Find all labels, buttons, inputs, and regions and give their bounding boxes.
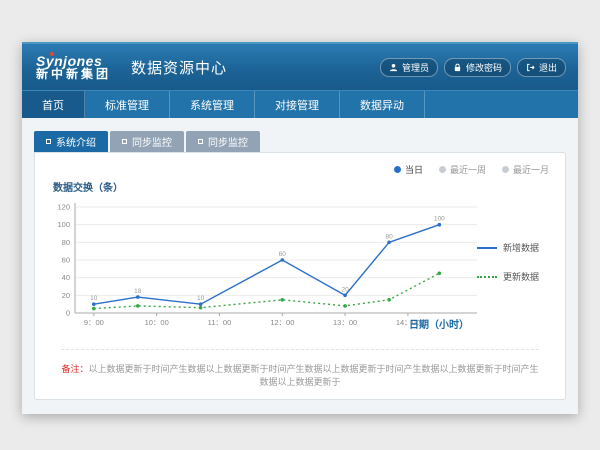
tab-bar: 系统介绍 同步监控 同步监控 <box>34 131 260 152</box>
y-axis-title: 数据交换（条） <box>53 179 123 194</box>
svg-text:10: 10 <box>197 295 205 302</box>
nav-item-3[interactable]: 系统管理 <box>170 91 255 118</box>
logout-icon <box>526 63 535 72</box>
tab-2[interactable]: 同步监控 <box>110 131 184 152</box>
tab-label: 同步监控 <box>132 134 172 149</box>
header-button-lock[interactable]: 修改密码 <box>444 58 511 77</box>
series-legend-item-1: 新增数据 <box>477 241 559 254</box>
lock-icon <box>453 63 462 72</box>
header-button-logout[interactable]: 退出 <box>517 58 566 77</box>
nav-item-5[interactable]: 数据异动 <box>340 91 425 118</box>
svg-text:11：00: 11：00 <box>208 318 232 327</box>
brand-logo-text: Synjones <box>36 54 111 68</box>
brand-logo: Synjones 新中新集团 <box>36 54 111 81</box>
period-option-label: 当日 <box>405 163 423 176</box>
chart-panel: 当日 最近一周 最近一月 数据交换（条） 0 20 40 60 80 100 120 9：00 10… <box>34 152 566 400</box>
tab-square-icon <box>46 139 51 144</box>
svg-text:40: 40 <box>62 273 70 282</box>
series-legend: 新增数据更新数据 <box>477 241 559 299</box>
svg-text:18: 18 <box>134 288 142 295</box>
svg-text:20: 20 <box>62 291 70 300</box>
svg-text:9：00: 9：00 <box>84 318 104 327</box>
svg-text:120: 120 <box>57 203 70 212</box>
legend-dot-icon <box>502 166 509 173</box>
period-option-label: 最近一周 <box>450 163 486 176</box>
svg-text:13：00: 13：00 <box>333 318 357 327</box>
x-axis-title: 日期（小时） <box>409 316 469 331</box>
period-option-2[interactable]: 最近一周 <box>439 163 486 176</box>
series-legend-item-2: 更新数据 <box>477 270 559 283</box>
period-option-3[interactable]: 最近一月 <box>502 163 549 176</box>
svg-text:60: 60 <box>279 251 287 258</box>
top-header: Synjones 新中新集团 数据资源中心 管理员 修改密码 退出 <box>22 42 578 90</box>
line-sample-icon <box>477 247 497 249</box>
header-button-label: 修改密码 <box>466 61 502 74</box>
series-name: 新增数据 <box>503 241 539 254</box>
brand-logo-subtext: 新中新集团 <box>36 68 111 81</box>
legend-dot-icon <box>394 166 401 173</box>
svg-text:10：00: 10：00 <box>145 318 169 327</box>
tab-label: 同步监控 <box>208 134 248 149</box>
nav-item-2[interactable]: 标准管理 <box>85 91 170 118</box>
app-window: Synjones 新中新集团 数据资源中心 管理员修改密码退出 首页标准管理系统… <box>22 42 578 414</box>
period-legend: 当日 最近一周 最近一月 <box>394 163 549 176</box>
footnote-label: 备注： <box>61 364 88 374</box>
footnote-text: 以上数据更新于时间产生数据以上数据更新于时间产生数据以上数据更新于时间产生数据以… <box>89 364 539 387</box>
tab-3[interactable]: 同步监控 <box>186 131 260 152</box>
tab-1[interactable]: 系统介绍 <box>34 131 108 152</box>
svg-text:10: 10 <box>90 295 98 302</box>
tab-square-icon <box>198 139 203 144</box>
svg-text:60: 60 <box>62 256 70 265</box>
svg-text:100: 100 <box>434 216 445 223</box>
period-option-1[interactable]: 当日 <box>394 163 423 176</box>
page-title: 数据资源中心 <box>131 57 227 78</box>
svg-text:0: 0 <box>66 309 70 318</box>
svg-text:12：00: 12：00 <box>270 318 294 327</box>
line-sample-icon <box>477 276 497 278</box>
header-button-label: 退出 <box>539 61 557 74</box>
main-nav: 首页标准管理系统管理对接管理数据异动 <box>22 90 578 118</box>
period-option-label: 最近一月 <box>513 163 549 176</box>
user-icon <box>389 63 398 72</box>
svg-text:20: 20 <box>341 286 349 293</box>
nav-item-1[interactable]: 首页 <box>22 91 85 118</box>
footnote: 备注：以上数据更新于时间产生数据以上数据更新于时间产生数据以上数据更新于时间产生… <box>61 349 539 389</box>
series-name: 更新数据 <box>503 270 539 283</box>
header-button-user[interactable]: 管理员 <box>380 58 438 77</box>
svg-text:80: 80 <box>62 238 70 247</box>
tab-square-icon <box>122 139 127 144</box>
header-actions: 管理员 修改密码 退出 <box>380 58 566 77</box>
svg-text:100: 100 <box>57 220 70 229</box>
header-button-label: 管理员 <box>402 61 429 74</box>
brand-dot-icon <box>50 52 54 56</box>
tab-label: 系统介绍 <box>56 134 96 149</box>
legend-dot-icon <box>439 166 446 173</box>
nav-item-4[interactable]: 对接管理 <box>255 91 340 118</box>
svg-text:80: 80 <box>385 233 393 240</box>
content-area: 系统介绍 同步监控 同步监控 当日 最近一周 最近一月 数据交换（条） 0 20 40 60 8… <box>22 118 578 414</box>
